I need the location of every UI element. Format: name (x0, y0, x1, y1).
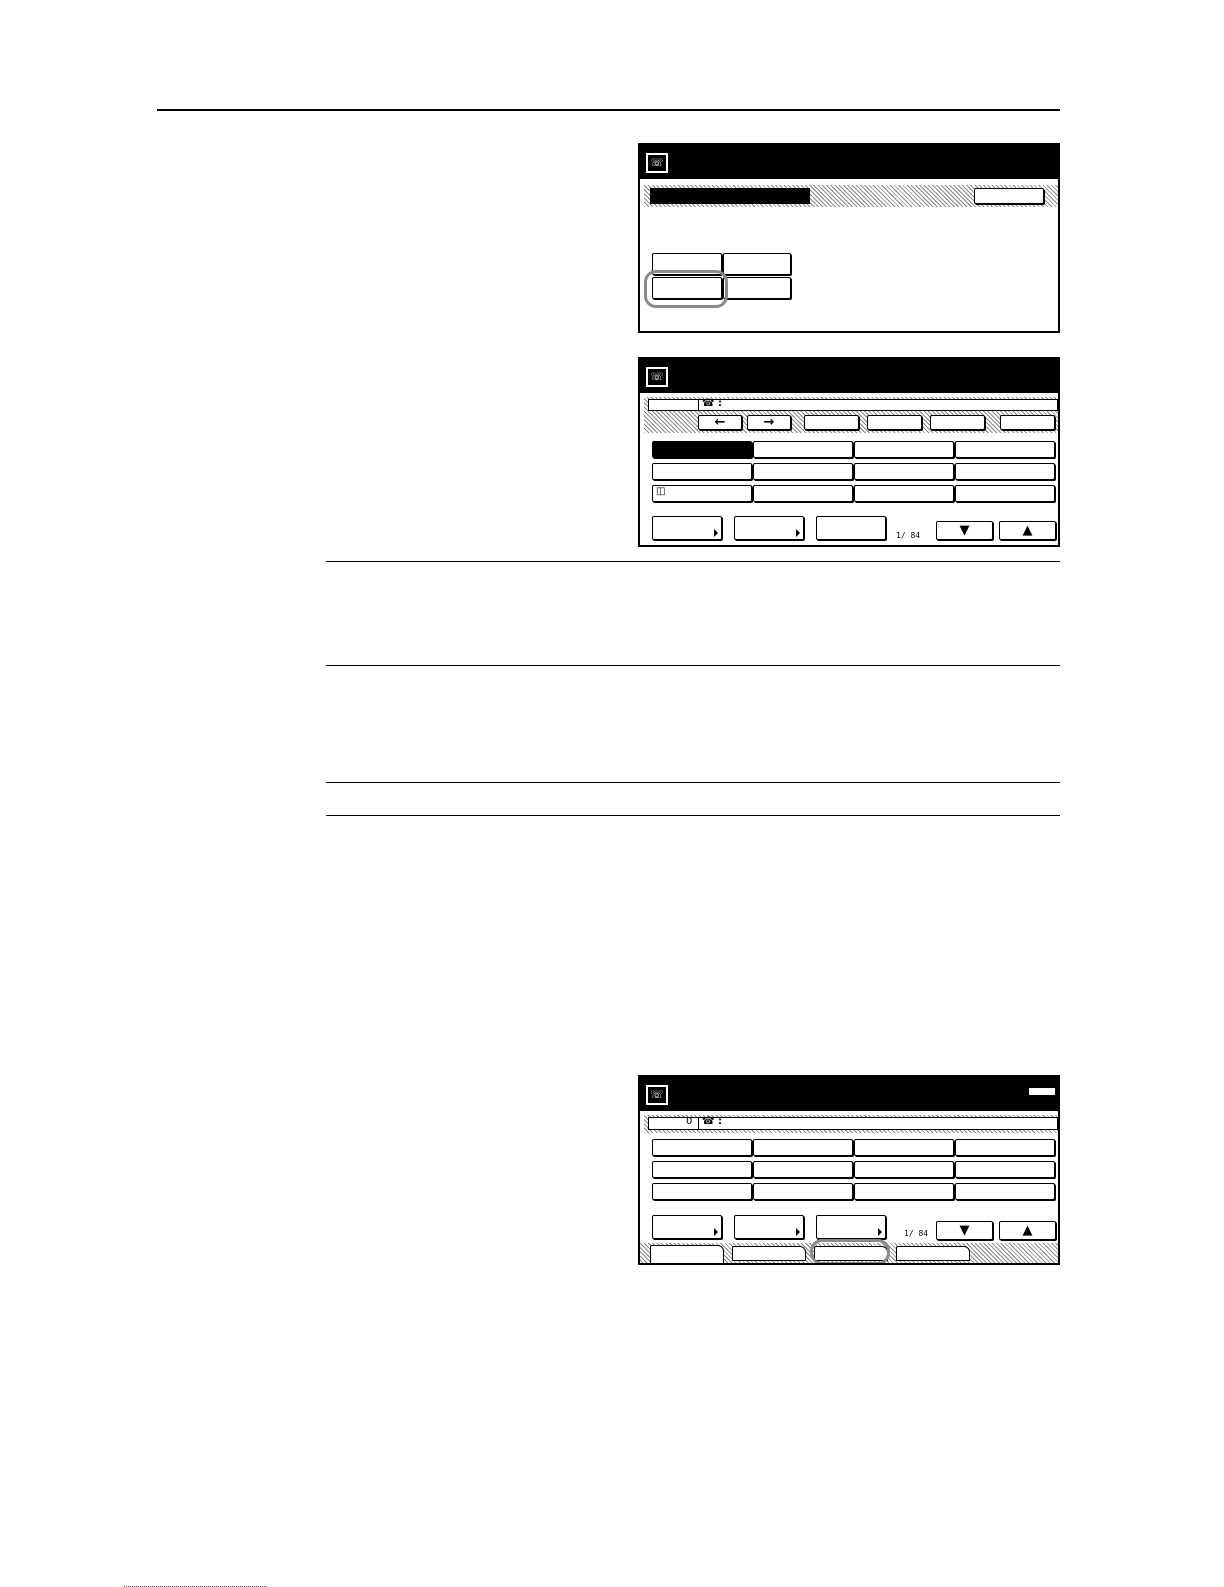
submenu-icon (714, 1228, 718, 1236)
section-rule-2 (326, 665, 1060, 666)
one-touch-key-7[interactable] (854, 1161, 954, 1178)
bottom-button-1[interactable] (652, 1215, 722, 1239)
one-touch-key-12[interactable] (955, 485, 1055, 502)
title-button[interactable] (1028, 1087, 1056, 1096)
one-touch-key-3[interactable] (854, 1139, 954, 1156)
one-touch-key-11[interactable] (854, 485, 954, 502)
selection-highlight (810, 1239, 890, 1263)
one-touch-key-6[interactable] (753, 1161, 853, 1178)
one-touch-key-6[interactable] (753, 463, 853, 480)
option-button-4[interactable] (723, 277, 791, 299)
one-touch-key-10[interactable] (753, 485, 853, 502)
tab-1[interactable] (650, 1245, 724, 1263)
page-down-button[interactable]: ▼ (936, 1221, 993, 1240)
close-button[interactable] (974, 188, 1044, 204)
one-touch-key-9[interactable] (652, 1183, 752, 1200)
divider (698, 399, 699, 411)
page-down-button[interactable]: ▼ (936, 521, 993, 540)
left-arrow-button[interactable]: ← (698, 415, 742, 430)
title-bar: ☏ (640, 359, 1058, 393)
one-touch-key-4[interactable] (955, 1139, 1055, 1156)
one-touch-key-8[interactable] (955, 463, 1055, 480)
one-touch-key-4[interactable] (955, 441, 1055, 458)
bottom-button-1[interactable] (652, 516, 722, 540)
submenu-icon (796, 529, 800, 537)
fax-screen-basic: ☏ 0 ☎ : 1/ 84 ▼ ▲ (638, 1075, 1060, 1265)
bottom-button-2[interactable] (734, 516, 804, 540)
one-touch-key-5[interactable] (652, 463, 752, 480)
function-button-1[interactable] (804, 415, 859, 430)
down-arrow-icon: ▼ (959, 1223, 970, 1238)
one-touch-key-7[interactable] (854, 463, 954, 480)
phone-icon: ☎ : (702, 1116, 722, 1127)
bottom-button-2[interactable] (734, 1215, 804, 1239)
right-arrow-button[interactable]: → (747, 415, 791, 430)
divider (698, 1117, 699, 1130)
selection-highlight (644, 270, 728, 308)
address-book-icon: ◫ (656, 486, 666, 497)
fax-icon: ☏ (646, 1085, 668, 1105)
bottom-button-3[interactable] (816, 516, 886, 540)
tab-2[interactable] (732, 1246, 806, 1261)
right-arrow-icon: → (763, 415, 775, 430)
function-button-4[interactable] (1000, 415, 1055, 430)
page-up-button[interactable]: ▲ (999, 1221, 1056, 1240)
fax-icon: ☏ (646, 153, 668, 173)
submenu-icon (714, 529, 718, 537)
one-touch-key-2[interactable] (753, 441, 853, 458)
title-bar: ☏ (640, 1077, 1058, 1111)
one-touch-key-11[interactable] (854, 1183, 954, 1200)
one-touch-key-5[interactable] (652, 1161, 752, 1178)
one-touch-key-12[interactable] (955, 1183, 1055, 1200)
one-touch-key-3[interactable] (854, 441, 954, 458)
destination-count: 0 (686, 1116, 693, 1127)
phone-icon: ☎ : (702, 398, 722, 409)
page-indicator: 1/ 84 (904, 1229, 929, 1238)
one-touch-key-2[interactable] (753, 1139, 853, 1156)
section-rule-3 (326, 782, 1060, 783)
function-button-2[interactable] (867, 415, 922, 430)
section-rule-1 (326, 561, 1060, 562)
fax-icon: ☏ (646, 367, 668, 387)
one-touch-key-8[interactable] (955, 1161, 1055, 1178)
up-arrow-icon: ▲ (1022, 1223, 1033, 1238)
status-field (650, 188, 810, 204)
fax-screen-destination-input: ☏ ☎ : ← → ◫ 1/ 84 ▼ ▲ (638, 357, 1060, 547)
page-indicator: 1/ 84 (896, 531, 921, 540)
down-arrow-icon: ▼ (959, 523, 970, 538)
submenu-icon (796, 1228, 800, 1236)
page-up-button[interactable]: ▲ (999, 521, 1056, 540)
fax-screen-mode-select: ☏ (638, 143, 1060, 333)
title-bar: ☏ (640, 145, 1058, 179)
one-touch-key-1[interactable] (652, 1139, 752, 1156)
option-button-2[interactable] (723, 253, 791, 275)
section-rule-4 (326, 815, 1060, 816)
tab-4[interactable] (896, 1246, 970, 1261)
one-touch-key-10[interactable] (753, 1183, 853, 1200)
submenu-icon (878, 1228, 882, 1236)
up-arrow-icon: ▲ (1022, 523, 1033, 538)
function-button-3[interactable] (930, 415, 985, 430)
bottom-button-3[interactable] (816, 1215, 886, 1239)
top-rule (157, 109, 1060, 111)
left-arrow-icon: ← (714, 415, 726, 430)
one-touch-key-1[interactable] (652, 441, 752, 458)
one-touch-key-9[interactable]: ◫ (652, 485, 752, 502)
